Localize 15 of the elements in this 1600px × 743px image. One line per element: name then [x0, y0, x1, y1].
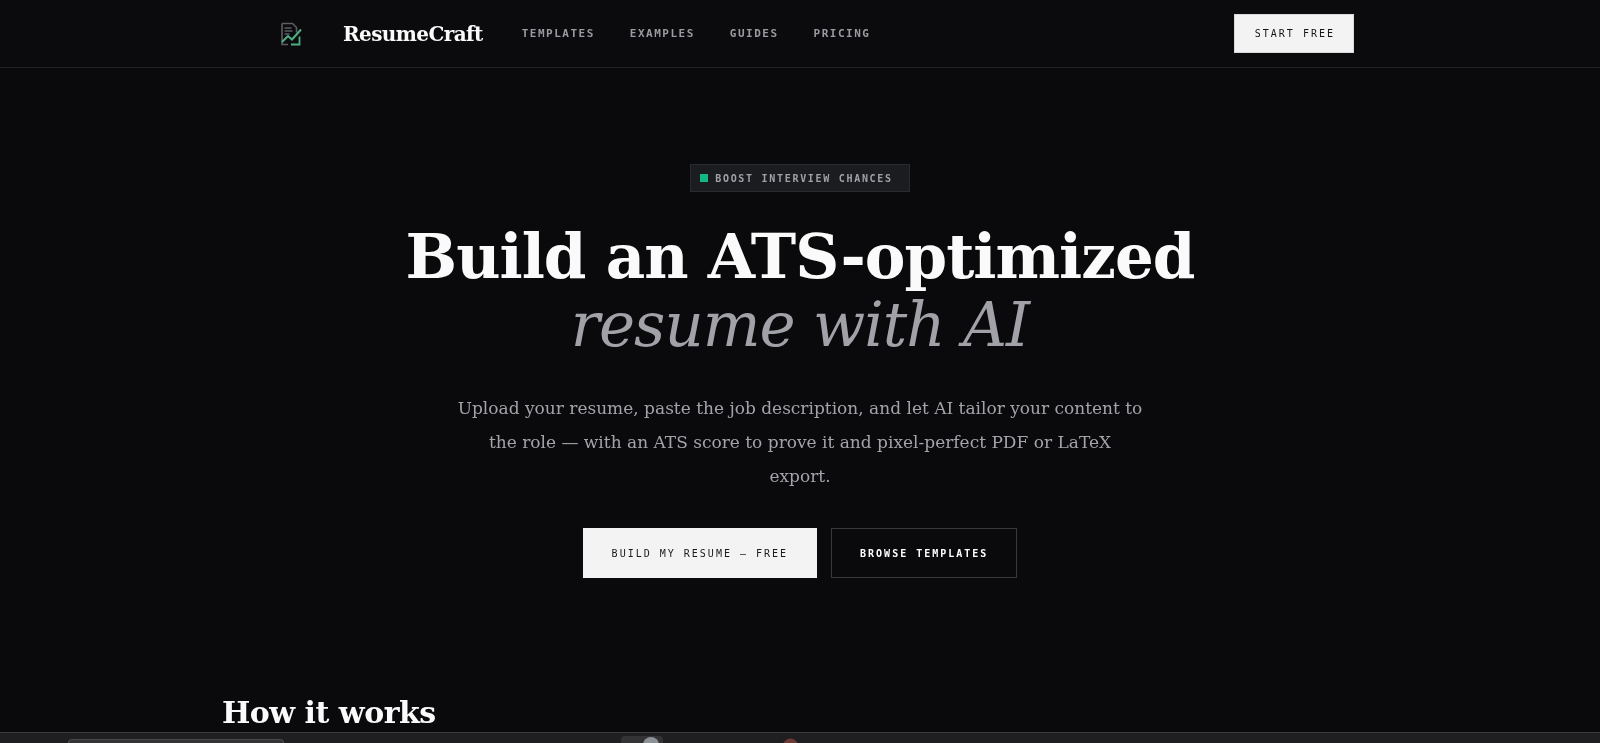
hero-description: Upload your resume, paste the job description, and let AI tailor your content to the role — with an ATS score to prove it and pixel-perfect PDF or LaTeX export. — [456, 397, 1144, 488]
document-chart-icon[interactable] — [280, 21, 303, 46]
nav-link[interactable]: EXAMPLES — [629, 27, 695, 40]
hero-title: Build an ATS-optimized — [405, 223, 1195, 291]
browse-templates-button[interactable]: BROWSE TEMPLATES — [831, 528, 1018, 578]
taskbar-app-icon[interactable] — [621, 736, 663, 743]
nav-link[interactable]: TEMPLATES — [521, 27, 595, 40]
nav-link[interactable]: GUIDES — [729, 27, 779, 40]
brand-name[interactable]: ResumeCraft — [343, 21, 483, 46]
hero-title-accent: resume with AI — [569, 291, 1031, 359]
build-resume-button[interactable]: BUILD MY RESUME — FREE — [582, 528, 818, 578]
nav-link[interactable]: PRICING — [813, 27, 871, 40]
section-heading: How it works — [222, 696, 436, 730]
start-free-button[interactable]: START FREE — [1233, 14, 1354, 53]
badge-text: BOOST INTERVIEW CHANCES — [715, 172, 893, 184]
